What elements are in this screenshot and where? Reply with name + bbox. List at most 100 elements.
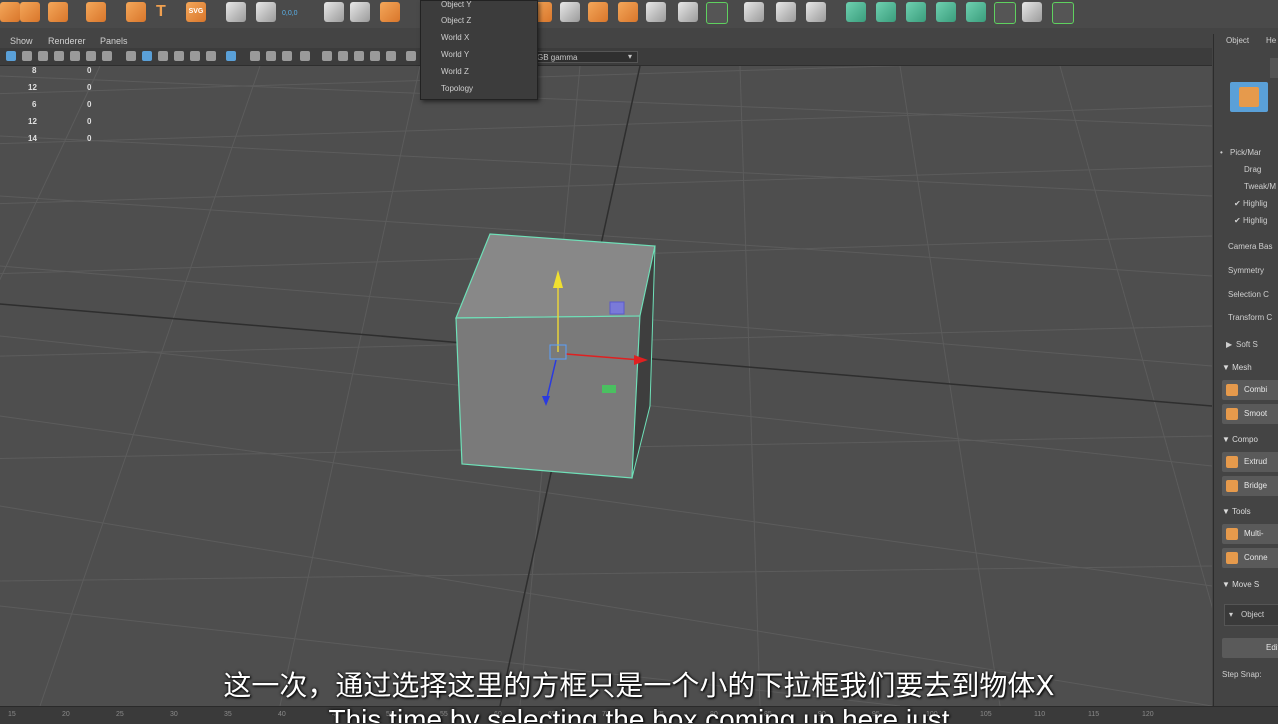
color-management-icon[interactable]	[370, 51, 380, 61]
uv-editor-icon[interactable]	[966, 2, 986, 22]
selected-cube[interactable]	[455, 233, 656, 479]
exposure-icon[interactable]	[338, 51, 348, 61]
polygon-cube-icon[interactable]	[20, 2, 40, 22]
dropdown-item-world-x[interactable]: World X	[441, 30, 469, 46]
bridge-shelf-icon[interactable]	[706, 2, 728, 24]
section-move-settings[interactable]: ▼ Move S	[1222, 577, 1278, 593]
object-mode-button[interactable]	[1230, 82, 1268, 112]
button-label: Conne	[1244, 553, 1268, 562]
grid-toggle-icon[interactable]	[70, 51, 80, 61]
extrude-shelf-icon[interactable]	[678, 2, 698, 22]
sew-uv-icon[interactable]	[1052, 2, 1074, 24]
tweak-radio[interactable]: Tweak/M	[1244, 182, 1276, 191]
dropdown-item-object-y[interactable]: Object Y	[441, 0, 472, 13]
xray-icon[interactable]	[226, 51, 236, 61]
polygon-sphere-icon[interactable]	[48, 2, 68, 22]
resolution-gate-icon[interactable]	[102, 51, 112, 61]
gear-icon[interactable]	[406, 51, 416, 61]
highlight-checkbox-2[interactable]: ✔ Highlig	[1234, 216, 1267, 225]
xray-joints-icon[interactable]	[322, 51, 332, 61]
smooth-shade-icon[interactable]	[142, 51, 152, 61]
menu-show[interactable]: Show	[10, 36, 33, 46]
uv-cylindrical-icon[interactable]	[876, 2, 896, 22]
modeling-toolkit-panel: Object He • Pick/Mar Drag Tweak/M ✔ High…	[1213, 34, 1278, 706]
tab-object[interactable]: Object	[1226, 36, 1249, 45]
measure-icon[interactable]	[256, 2, 276, 22]
image-plane-icon[interactable]	[54, 51, 64, 61]
edit-pivot-button[interactable]: Edit	[1222, 638, 1278, 658]
uv-spherical-icon[interactable]	[906, 2, 926, 22]
polygon-star-icon[interactable]	[126, 2, 146, 22]
svg-tool-icon[interactable]: SVG	[186, 2, 206, 22]
insert-edgeloop-icon[interactable]	[776, 2, 796, 22]
section-components[interactable]: ▼ Compo	[1222, 432, 1278, 448]
ambient-occlusion-icon[interactable]	[250, 51, 260, 61]
wireframe-icon[interactable]	[126, 51, 136, 61]
extract-icon[interactable]	[380, 2, 400, 22]
bridge-button[interactable]: Bridge	[1222, 476, 1278, 496]
soft-select-toggle[interactable]: ▶ Soft S	[1226, 340, 1258, 349]
text-tool-icon[interactable]: T	[156, 2, 172, 22]
3d-viewport[interactable]	[0, 66, 1212, 706]
default-material-icon[interactable]	[158, 51, 168, 61]
cut-uv-icon[interactable]	[1022, 2, 1042, 22]
antialias-icon[interactable]	[282, 51, 292, 61]
bevel-icon[interactable]	[560, 2, 580, 22]
checker-icon[interactable]	[994, 2, 1016, 24]
camera-based-label: Camera Bas	[1228, 242, 1273, 251]
textured-icon[interactable]	[174, 51, 184, 61]
smooth-icon[interactable]	[588, 2, 608, 22]
select-camera-icon[interactable]	[6, 51, 16, 61]
shelf-tool-icon[interactable]	[0, 2, 20, 22]
menu-panels[interactable]: Panels	[100, 36, 128, 46]
separate-icon[interactable]	[350, 2, 370, 22]
menu-renderer[interactable]: Renderer	[48, 36, 86, 46]
connect-button[interactable]: Conne	[1222, 548, 1278, 568]
film-gate-icon[interactable]	[86, 51, 96, 61]
smooth-button[interactable]: Smoot	[1222, 404, 1278, 424]
cube-icon	[1239, 87, 1259, 107]
uv-planar-icon[interactable]	[846, 2, 866, 22]
motion-blur-icon[interactable]	[266, 51, 276, 61]
isolate-select-icon[interactable]	[300, 51, 310, 61]
mirror-icon[interactable]	[646, 2, 666, 22]
viewport-settings-icon[interactable]	[386, 51, 396, 61]
color-space-select[interactable]: GB gamma	[532, 51, 638, 63]
combine-icon[interactable]	[324, 2, 344, 22]
stat-row-tris: 12 0	[8, 117, 98, 134]
stat-row-verts: 8 0	[8, 66, 98, 83]
uv-automatic-icon[interactable]	[936, 2, 956, 22]
stat-row-faces: 6 0	[8, 100, 98, 117]
dropdown-item-world-y[interactable]: World Y	[441, 47, 469, 63]
combine-icon	[1226, 384, 1238, 396]
offset-edgeloop-icon[interactable]	[806, 2, 826, 22]
dropdown-item-topology[interactable]: Topology	[441, 81, 473, 97]
combine-button[interactable]: Combi	[1222, 380, 1278, 400]
bookmarks-icon[interactable]	[38, 51, 48, 61]
chevron-down-icon[interactable]: ▾	[628, 51, 632, 63]
extrude-button[interactable]: Extrud	[1222, 452, 1278, 472]
multicut-button[interactable]: Multi-	[1222, 524, 1278, 544]
lighting-icon[interactable]	[190, 51, 200, 61]
poly-count-hud: 8 0 12 0 6 0 12 0 14 0	[8, 66, 98, 151]
section-mesh[interactable]: ▼ Mesh	[1222, 360, 1278, 376]
snap-icon[interactable]	[226, 2, 246, 22]
symmetry-label[interactable]: Symmetry	[1228, 266, 1264, 275]
shadows-icon[interactable]	[206, 51, 216, 61]
pick-marquee-radio[interactable]: • Pick/Mar	[1220, 148, 1261, 157]
multicut-shelf-icon[interactable]	[744, 2, 764, 22]
reduce-icon[interactable]	[618, 2, 638, 22]
tab-help[interactable]: He	[1266, 36, 1276, 45]
panel-scroll-tab[interactable]	[1270, 58, 1278, 78]
highlight-checkbox-1[interactable]: ✔ Highlig	[1234, 199, 1267, 208]
camera-attributes-icon[interactable]	[22, 51, 32, 61]
section-tools[interactable]: ▼ Tools	[1222, 504, 1278, 520]
polygon-torus-icon[interactable]	[86, 2, 106, 22]
dropdown-item-world-z[interactable]: World Z	[441, 64, 469, 80]
gamma-icon[interactable]	[354, 51, 364, 61]
soft-select-label: Soft S	[1236, 340, 1258, 349]
dropdown-item-object-z[interactable]: Object Z	[441, 13, 471, 29]
stat-count: 0	[87, 83, 92, 92]
axis-orientation-select[interactable]: ▾ Object	[1224, 604, 1278, 626]
drag-radio[interactable]: Drag	[1244, 165, 1261, 174]
